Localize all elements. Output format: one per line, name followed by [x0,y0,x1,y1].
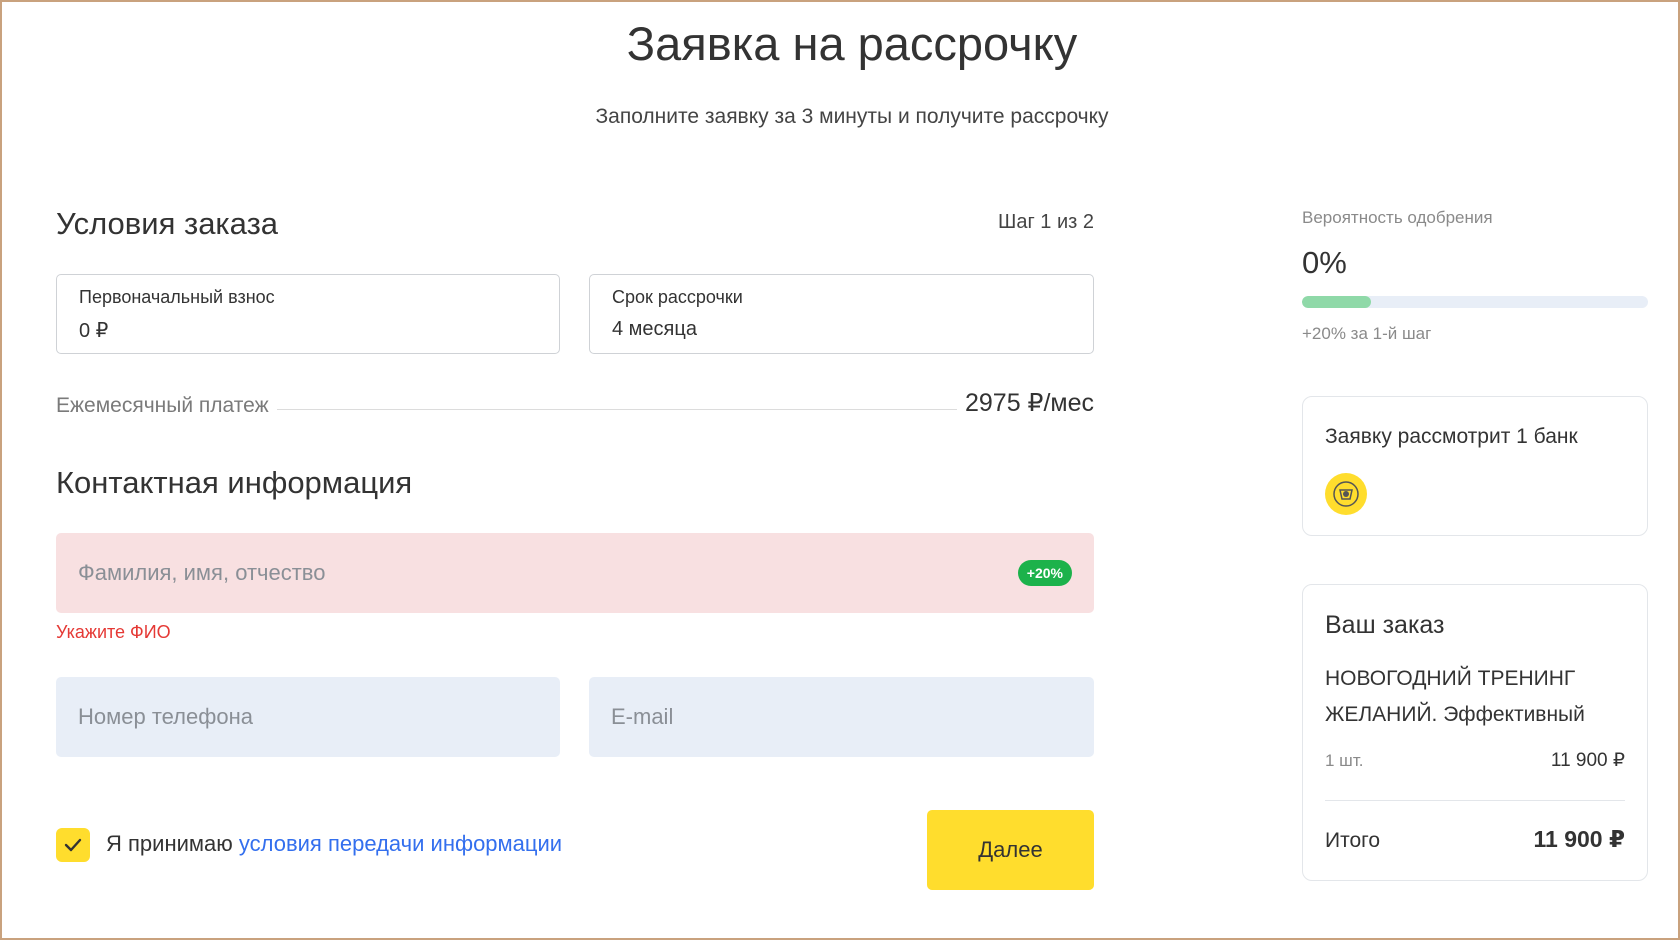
page-subtitle: Заполните заявку за 3 минуты и получите … [595,105,1109,128]
monthly-payment-label: Ежемесячный платеж [56,394,269,417]
window-frame: Заявка на рассрочку Заполните заявку за … [0,0,1680,940]
bank-card: Заявку рассмотрит 1 банк [1302,396,1648,536]
order-title: Ваш заказ [1325,611,1445,639]
monthly-payment-value: 2975 ₽/мес [964,389,1094,417]
consent-text: Я принимаю условия передачи информации [106,831,562,857]
leader-line [276,409,957,410]
order-divider [1325,800,1625,801]
consent-prefix: Я принимаю [106,831,233,856]
conditions-title: Условия заказа [56,206,279,241]
order-card: Ваш заказ НОВОГОДНИЙ ТРЕНИНГ ЖЕЛАНИЙ. Эф… [1302,584,1648,881]
contact-title: Контактная информация [56,465,413,500]
down-payment-field[interactable]: Первоначальный взнос 0 ₽ [56,274,560,354]
checkmark-icon [64,838,82,852]
order-price: 11 900 ₽ [1550,750,1625,771]
approval-progress-fill [1302,296,1372,308]
term-label: Срок рассрочки [612,287,743,307]
bank-card-title: Заявку рассмотрит 1 банк [1325,425,1578,448]
phone-placeholder: Номер телефона [78,704,253,729]
next-button[interactable]: Далее [927,810,1094,890]
bank-logo-icon [1325,473,1367,515]
full-name-error: Укажите ФИО [56,622,171,642]
order-product-name: НОВОГОДНИЙ ТРЕНИНГ ЖЕЛАНИЙ. Эффективный [1325,667,1585,726]
down-payment-label: Первоначальный взнос [79,287,275,307]
step-indicator: Шаг 1 из 2 [997,211,1094,233]
consent-link[interactable]: условия передачи информации [239,831,562,856]
bonus-badge: +20% [1017,560,1072,586]
approval-hint: +20% за 1-й шаг [1302,324,1432,343]
full-name-input[interactable]: Фамилия, имя, отчество +20% [56,533,1094,613]
page-title: Заявка на рассрочку [626,17,1078,70]
approval-value: 0% [1302,245,1347,280]
phone-input[interactable]: Номер телефона [56,677,560,757]
full-name-placeholder: Фамилия, имя, отчество [78,560,326,585]
term-value: 4 месяца [612,318,697,340]
approval-progress-bar [1302,296,1648,308]
order-total-value: 11 900 ₽ [1533,826,1625,852]
consent-checkbox[interactable] [56,828,90,862]
email-input[interactable]: E-mail [589,677,1094,757]
term-field[interactable]: Срок рассрочки 4 месяца [589,274,1094,354]
order-total-label: Итого [1325,829,1381,852]
order-quantity: 1 шт. [1325,751,1364,770]
email-placeholder: E-mail [611,704,674,729]
down-payment-value: 0 ₽ [79,320,109,342]
monthly-payment-row: Ежемесячный платеж 2975 ₽/мес [56,384,1094,418]
approval-label: Вероятность одобрения [1302,208,1493,227]
